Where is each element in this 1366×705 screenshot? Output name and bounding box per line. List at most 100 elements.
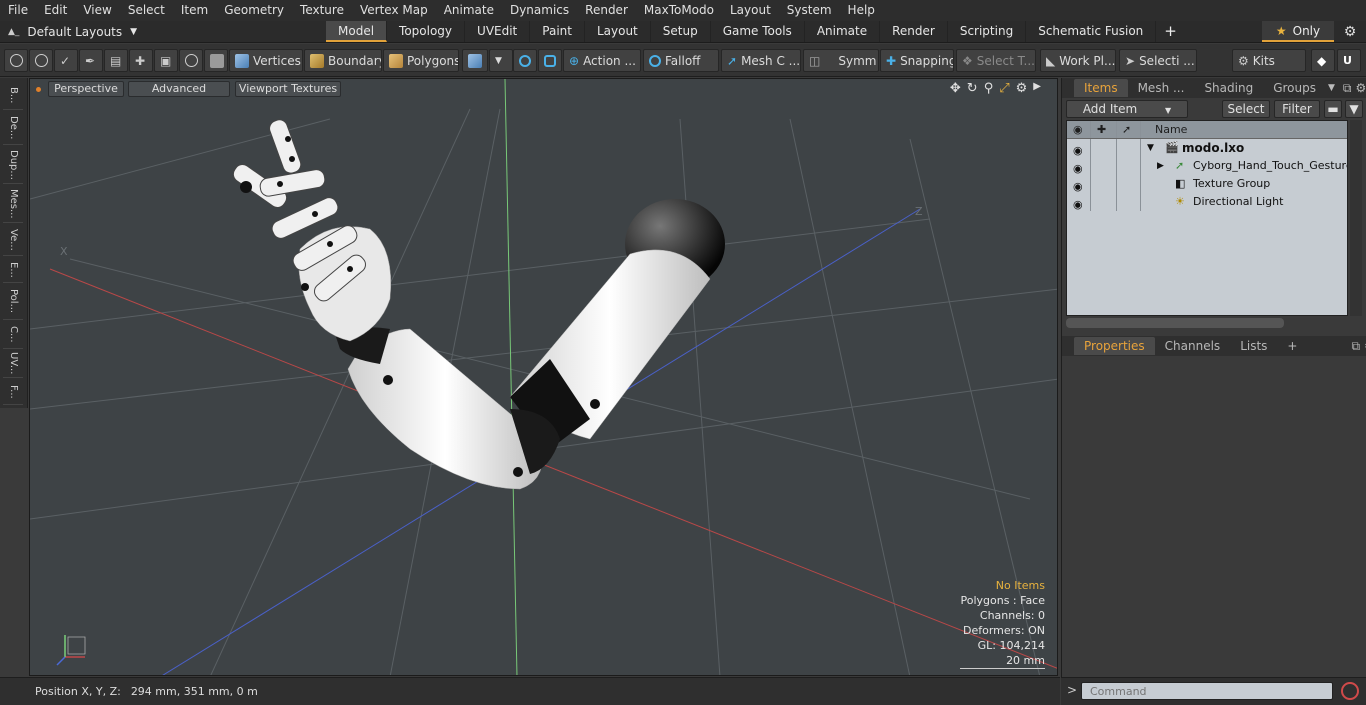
list-item[interactable]: ◉ ◧ Texture Group <box>1067 175 1347 193</box>
tab-items[interactable]: Items <box>1074 79 1128 97</box>
eye-icon[interactable]: ◉ <box>1073 142 1085 157</box>
layout-selector[interactable]: ▲_ Default Layouts ▼ <box>8 21 137 43</box>
center-button[interactable]: ✚ <box>129 49 153 72</box>
menu-view[interactable]: View <box>75 0 119 21</box>
tab-model[interactable]: Model <box>326 21 388 42</box>
menu-file[interactable]: File <box>0 0 36 21</box>
menu-help[interactable]: Help <box>840 0 883 21</box>
menu-render[interactable]: Render <box>577 0 636 21</box>
menu-layout[interactable]: Layout <box>722 0 779 21</box>
menu-system[interactable]: System <box>779 0 840 21</box>
zoom-icon[interactable]: ⚲ <box>984 81 994 96</box>
menu-maxtomodo[interactable]: MaxToModo <box>636 0 722 21</box>
tab-setup[interactable]: Setup <box>651 21 711 42</box>
lock-column-icon[interactable]: ✚ <box>1097 121 1106 139</box>
circle-select-button[interactable] <box>4 49 28 72</box>
tab-layout[interactable]: Layout <box>585 21 651 42</box>
left-tab-ve[interactable]: Ve... <box>3 224 23 256</box>
popout-icon[interactable]: ⧉ <box>1351 339 1360 354</box>
left-tab-uv[interactable]: UV... <box>3 350 23 378</box>
menu-texture[interactable]: Texture <box>292 0 352 21</box>
tab-topology[interactable]: Topology <box>387 21 466 42</box>
left-tab-b[interactable]: B... <box>3 82 23 110</box>
pen-tool-button[interactable]: ✓ <box>54 49 78 72</box>
eye-icon[interactable]: ◉ <box>1073 178 1085 193</box>
globe-button[interactable] <box>29 49 53 72</box>
align-button[interactable]: ▤ <box>104 49 128 72</box>
3d-viewport[interactable]: X Z Perspective Advanced Viewport Textur… <box>29 78 1058 676</box>
symmetry-sphere-button[interactable] <box>513 49 537 72</box>
kits-button[interactable]: ⚙ Kits <box>1232 49 1306 72</box>
tab-paint[interactable]: Paint <box>530 21 585 42</box>
list-item[interactable]: ◉ ▼ 🎬 modo.lxo <box>1067 139 1347 157</box>
material-button[interactable] <box>462 49 488 72</box>
rotate-icon[interactable]: ↻ <box>967 81 978 96</box>
viewport-textures-button[interactable]: Viewport Textures <box>235 81 341 97</box>
dropdown-button[interactable]: ▼ <box>489 49 513 72</box>
gear-icon[interactable]: ⚙ <box>1016 81 1028 96</box>
menu-dynamics[interactable]: Dynamics <box>502 0 577 21</box>
vertices-button[interactable]: Vertices <box>229 49 303 72</box>
left-tab-e[interactable]: E... <box>3 257 23 283</box>
expand-arrow-icon[interactable]: ▶ <box>1157 157 1164 175</box>
tab-schematic-fusion[interactable]: Schematic Fusion <box>1026 21 1157 42</box>
perspective-button[interactable]: Perspective <box>48 81 124 97</box>
snapping-button[interactable]: ✚ Snapping <box>880 49 954 72</box>
boundary-button[interactable]: Boundary <box>304 49 382 72</box>
unity-button[interactable]: ◆ <box>1311 49 1335 72</box>
gear-icon[interactable]: ⚙ <box>1355 81 1366 95</box>
visibility-column-icon[interactable]: ◉ <box>1073 121 1083 139</box>
chevron-down-icon[interactable]: ▼ <box>1328 83 1335 93</box>
left-tab-c[interactable]: C... <box>3 321 23 349</box>
menu-item[interactable]: Item <box>173 0 216 21</box>
menu-edit[interactable]: Edit <box>36 0 75 21</box>
left-tab-pol[interactable]: Pol... <box>3 284 23 320</box>
expand-arrow-icon[interactable]: ▶ <box>1033 81 1041 96</box>
list-item[interactable]: ◉ ▶ ➚ Cyborg_Hand_Touch_Gesture <box>1067 157 1347 175</box>
stop-icon[interactable] <box>1341 682 1359 700</box>
filter-button[interactable]: Filter <box>1274 100 1320 118</box>
expand-arrow-icon[interactable]: ▼ <box>1147 139 1154 157</box>
tab-uvedit[interactable]: UVEdit <box>465 21 531 42</box>
tab-animate[interactable]: Animate <box>805 21 881 42</box>
menu-animate[interactable]: Animate <box>436 0 502 21</box>
only-toggle[interactable]: ★ Only <box>1262 21 1334 42</box>
timer-button[interactable] <box>179 49 203 72</box>
maximize-icon[interactable]: ⤢ <box>999 81 1009 96</box>
left-tab-de[interactable]: De... <box>3 111 23 145</box>
item-mode-button[interactable] <box>204 49 228 72</box>
item-list-hscrollbar[interactable] <box>1066 318 1284 328</box>
tab-render[interactable]: Render <box>880 21 948 42</box>
popout-icon[interactable]: ⧉ <box>1343 81 1352 96</box>
filter-funnel-button[interactable]: ▼ <box>1345 100 1363 118</box>
left-tab-f[interactable]: F... <box>3 379 23 405</box>
left-tab-dup[interactable]: Dup... <box>3 146 23 184</box>
collapse-button[interactable]: ▬ <box>1324 100 1342 118</box>
frame-button[interactable]: ▣ <box>154 49 178 72</box>
menu-select[interactable]: Select <box>120 0 173 21</box>
left-tab-mes[interactable]: Mes... <box>3 185 23 223</box>
shield-button[interactable] <box>538 49 562 72</box>
brush-tool-button[interactable]: ✒ <box>79 49 103 72</box>
tab-channels[interactable]: Channels <box>1155 337 1231 355</box>
type-column-icon[interactable]: ➚ <box>1122 121 1131 139</box>
unreal-button[interactable]: U <box>1337 49 1361 72</box>
gear-icon[interactable]: ⚙ <box>1338 21 1362 42</box>
tab-mesh[interactable]: Mesh ... <box>1128 79 1195 97</box>
add-tab-icon[interactable]: + <box>1287 339 1297 353</box>
selection-sets-button[interactable]: ➤ Selecti ... <box>1119 49 1197 72</box>
list-item[interactable]: ◉ ☀ Directional Light <box>1067 193 1347 211</box>
work-plane-button[interactable]: ◣ Work Pl... <box>1040 49 1116 72</box>
name-column-header[interactable]: Name <box>1155 121 1187 139</box>
action-center-button[interactable]: ⊕ Action ... <box>563 49 641 72</box>
eye-icon[interactable]: ◉ <box>1073 160 1085 175</box>
menu-vertex-map[interactable]: Vertex Map <box>352 0 436 21</box>
viewport-menu-dot[interactable] <box>36 87 41 92</box>
select-through-button[interactable]: ❖ Select T... <box>956 49 1036 72</box>
tab-lists[interactable]: Lists <box>1230 337 1277 355</box>
add-item-button[interactable]: Add Item ▼ <box>1066 100 1188 118</box>
tab-shading[interactable]: Shading <box>1194 79 1263 97</box>
polygons-button[interactable]: Polygons <box>383 49 459 72</box>
tab-groups[interactable]: Groups <box>1263 79 1326 97</box>
menu-geometry[interactable]: Geometry <box>216 0 292 21</box>
